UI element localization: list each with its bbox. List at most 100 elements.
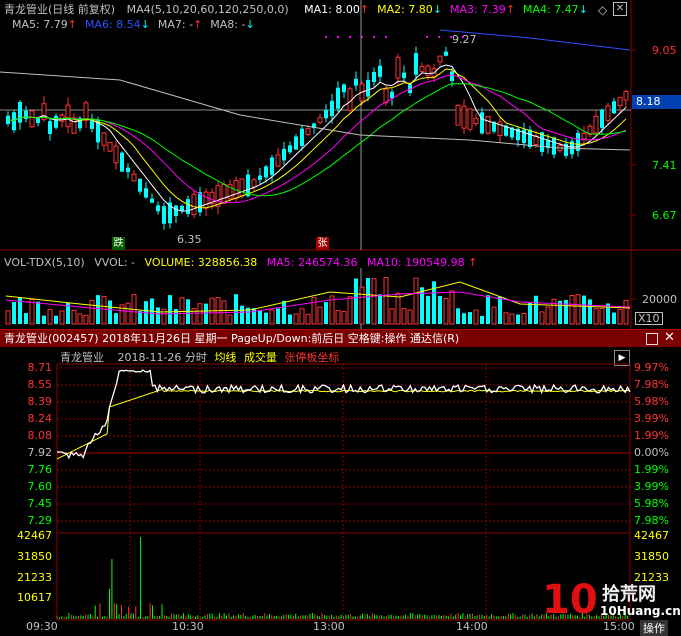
volume-bar	[449, 290, 455, 325]
right-axis-label: 0.00%	[634, 446, 669, 459]
close-window-button[interactable]: ✕	[664, 331, 675, 345]
volume-bar	[71, 309, 77, 325]
right-axis-label: 7.98%	[634, 514, 669, 527]
candle-body	[324, 110, 328, 119]
signal-dot	[373, 36, 375, 38]
candle-body	[419, 65, 425, 72]
volume-bar	[521, 312, 527, 325]
candle-body	[288, 145, 292, 153]
volume-bar	[401, 308, 407, 325]
volume-bar	[468, 312, 472, 324]
right-axis-label: 1.99%	[634, 429, 669, 442]
right-axis-label: 5.98%	[634, 395, 669, 408]
candle-body	[120, 152, 124, 172]
signal-dot	[361, 36, 363, 38]
candle-body	[467, 108, 473, 130]
volume-pane[interactable]: VOL-TDX(5,10) VVOL: - VOLUME: 328856.38 …	[0, 252, 681, 329]
volume-bar	[36, 301, 40, 324]
volume-bar	[551, 298, 557, 325]
volume-bar	[426, 295, 430, 324]
volume-bar	[317, 306, 323, 325]
left-axis-label: 8.08	[27, 429, 53, 442]
volume-bar	[47, 309, 53, 325]
volume-bar	[503, 312, 509, 325]
left-axis-label: 7.76	[27, 463, 53, 476]
ma-curve	[7, 68, 627, 209]
volume-bar	[509, 313, 515, 325]
volume-bar	[528, 301, 532, 324]
volume-bar	[125, 302, 131, 325]
candle-body	[113, 145, 119, 164]
candle-body	[101, 132, 107, 146]
candle-body	[162, 206, 166, 224]
volume-axis-label: 10617	[17, 591, 52, 604]
volume-bar	[138, 310, 142, 324]
candle-body	[48, 121, 52, 135]
candle-body	[203, 191, 209, 209]
signal-dot	[337, 36, 339, 38]
volume-bar	[156, 307, 160, 324]
volume-bar	[227, 314, 233, 325]
volume-bar	[293, 313, 299, 325]
left-axis-label: 8.55	[27, 378, 53, 391]
volume-bar	[516, 314, 520, 324]
intraday-window-titlebar[interactable]: 青龙管业(002457) 2018年11月26日 星期一 PageUp/Down…	[0, 329, 681, 347]
volume-bar	[305, 313, 311, 325]
watermark-url: 10Huang.cn	[600, 604, 681, 618]
left-axis-label: 7.60	[27, 480, 53, 493]
volume-bar	[234, 294, 238, 324]
volume-bar	[539, 311, 545, 325]
price-axis-label: 6.67	[652, 209, 677, 222]
candle-body	[107, 141, 113, 152]
candle-body	[395, 56, 401, 79]
volume-axis-label: 31850	[17, 550, 52, 563]
signal-dot	[349, 36, 351, 38]
volume-chart	[5, 252, 636, 329]
candle-body	[612, 101, 616, 114]
candle-body	[305, 128, 311, 135]
candle-body	[461, 105, 467, 129]
candle-body	[372, 71, 376, 82]
candle-body	[390, 91, 394, 99]
time-axis-label: 09:30	[26, 620, 58, 633]
candle-body	[383, 88, 389, 104]
kline-pane[interactable]: 青龙管业(日线 前复权) MA4(5,10,20,60,120,250,0,0)…	[0, 0, 681, 252]
volume-bar	[617, 308, 623, 325]
price-axis-label: 7.41	[652, 159, 677, 172]
candle-body	[65, 104, 71, 127]
candle-body	[581, 132, 587, 140]
volume-bar	[335, 310, 341, 325]
candle-body	[239, 178, 245, 197]
maximize-button[interactable]	[646, 333, 658, 345]
candle-body	[300, 128, 304, 146]
candle-body	[126, 167, 130, 173]
right-axis-label: 7.98%	[634, 378, 669, 391]
kline-chart	[0, 0, 681, 252]
candle-body	[215, 185, 221, 207]
volume-bar	[83, 314, 89, 325]
candle-body	[258, 175, 262, 180]
candle-body	[528, 129, 532, 147]
time-axis-label: 10:30	[172, 620, 204, 633]
right-axis-label: 5.98%	[634, 497, 669, 510]
volume-bar	[473, 309, 479, 325]
candle-body	[425, 65, 431, 77]
ma-curve	[7, 64, 627, 212]
volume-bar	[341, 310, 347, 325]
price-axis-label: 9.05	[652, 44, 677, 57]
volume-bar	[168, 295, 172, 324]
volume-unit-label: X10	[635, 312, 663, 325]
volume-bar	[96, 295, 100, 324]
volume-bar	[54, 315, 58, 324]
volume-bar	[347, 296, 353, 325]
candle-body	[605, 105, 611, 121]
candle-body	[336, 87, 340, 109]
volume-bar	[438, 296, 442, 324]
candle-body	[156, 205, 160, 212]
volume-bar	[161, 308, 167, 325]
candle-body	[342, 84, 346, 93]
candle-body	[270, 157, 274, 175]
volume-bar	[599, 308, 605, 325]
candle-body	[552, 137, 556, 155]
volume-bar	[623, 299, 629, 325]
